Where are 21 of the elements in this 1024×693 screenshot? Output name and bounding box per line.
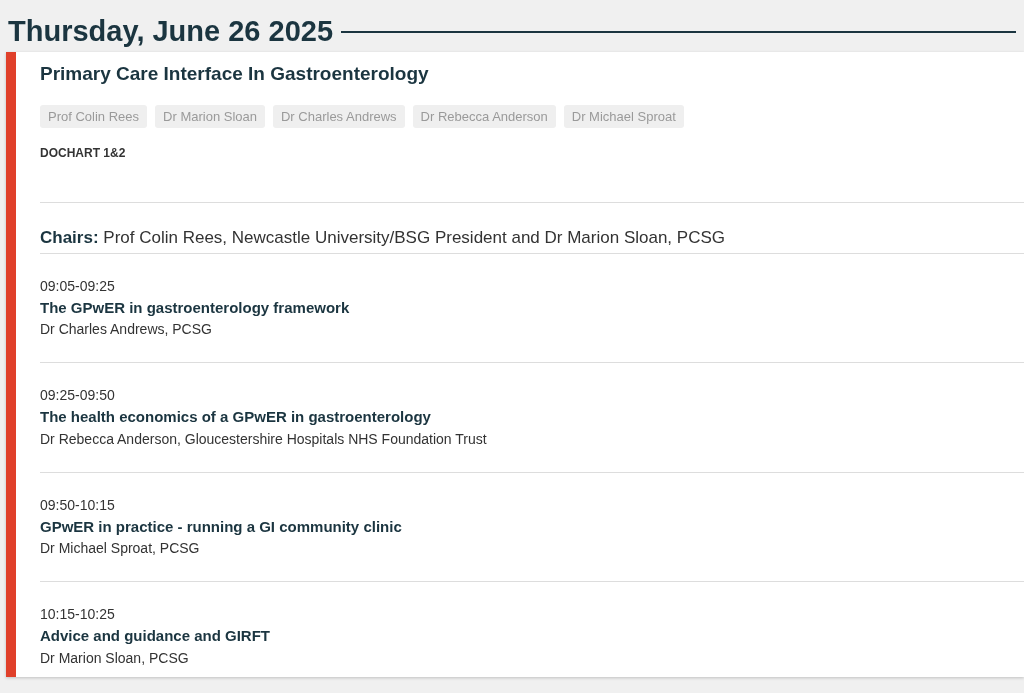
session-title: Primary Care Interface In Gastroenterology — [40, 62, 430, 86]
speaker-tag: Dr Marion Sloan — [155, 104, 265, 128]
talk-time: 09:50-10:15 — [40, 495, 116, 515]
talk-title: The GPwER in gastroenterology framework — [40, 297, 351, 318]
speaker-tag: Dr Michael Sproat — [563, 104, 684, 128]
talk-time: 09:05-09:25 — [40, 276, 116, 296]
talk-time: 10:15-10:25 — [40, 605, 116, 624]
speaker-tag: Dr Rebecca Anderson — [412, 104, 556, 128]
talk-title: The health economics of a GPwER in gastroenterology — [40, 407, 432, 427]
talk-title: GPwER in practice - running a GI community clinic — [40, 516, 403, 537]
talk-time: 09:25-09:50 — [40, 386, 116, 405]
talk-speaker: Dr Rebecca Anderson, Gloucestershire Hospitals NHS Foundation Trust — [40, 429, 488, 449]
date-heading: Thursday, June 26 2025 — [8, 16, 334, 48]
speaker-tag: Prof Colin Rees — [40, 104, 148, 128]
talk-speaker: Dr Michael Sproat, PCSG — [40, 539, 201, 558]
talk-speaker: Dr Charles Andrews, PCSG — [40, 320, 213, 339]
talk-title: Advice and guidance and GIRFT — [40, 626, 272, 646]
chairs-text: Chairs: Prof Colin Rees, Newcastle University/BSG President and Dr Marion Sloan, PCSG — [40, 227, 726, 249]
speaker-tag: Dr Charles Andrews — [273, 104, 405, 128]
session-location: DOCHART 1&2 — [40, 145, 127, 162]
talk-speaker: Dr Marion Sloan, PCSG — [40, 648, 190, 668]
